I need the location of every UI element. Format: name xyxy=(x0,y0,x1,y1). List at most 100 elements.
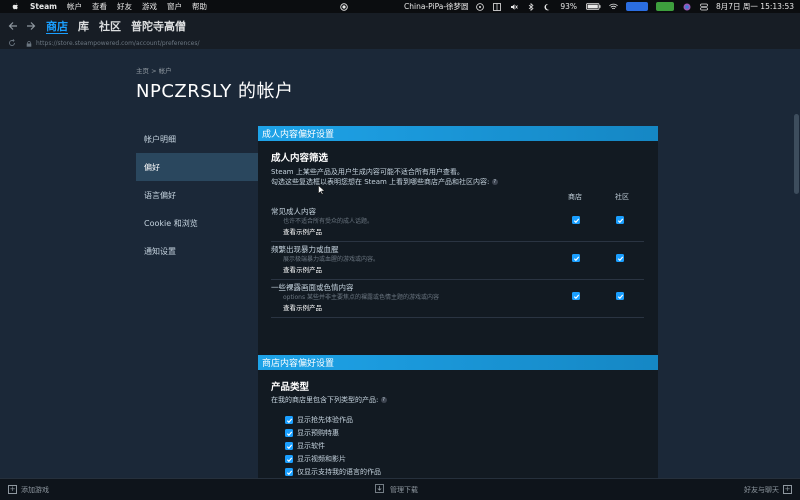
adult-row-general: 常见成人内容 也许不适合所有受众的成人话题。 查看示例产品 xyxy=(271,204,644,242)
url-bar: https://store.steampowered.com/account/p… xyxy=(0,38,800,49)
music-icon[interactable] xyxy=(475,2,484,11)
checkbox[interactable] xyxy=(285,429,293,437)
battery-icon[interactable] xyxy=(585,2,601,11)
menu-account[interactable]: 帐户 xyxy=(67,1,82,12)
window-title: China-PiPa-徐梦圆 xyxy=(404,2,469,11)
tab-community[interactable]: 社区 xyxy=(99,18,121,34)
tab-store[interactable]: 商店 xyxy=(46,18,68,34)
adult-content-panel: 成人内容偏好设置 成人内容筛选 Steam 上某些产品及用户生成内容可能不适合所… xyxy=(258,126,658,358)
product-types-title: 产品类型 xyxy=(271,382,310,393)
store-checkbox[interactable] xyxy=(572,254,580,262)
col-community: 社区 xyxy=(615,193,629,201)
menu-window[interactable]: 窗户 xyxy=(167,1,182,12)
menu-friends[interactable]: 好友 xyxy=(117,1,132,12)
green-status-badge[interactable] xyxy=(656,2,674,11)
checkbox[interactable] xyxy=(285,455,293,463)
type-label: 显示预购特惠 xyxy=(297,429,339,437)
wifi-icon[interactable] xyxy=(609,2,618,11)
sidenav-item-preferences[interactable]: 偏好 xyxy=(136,153,258,181)
steam-navbar: 商店 库 社区 普陀寺高僧 xyxy=(0,13,800,38)
view-examples-link[interactable]: 查看示例产品 xyxy=(283,264,322,274)
page-title: NPCZRSLY 的帐户 xyxy=(136,81,294,102)
sidenav-item-language[interactable]: 语言偏好 xyxy=(136,181,258,209)
mute-icon[interactable] xyxy=(509,2,518,11)
adult-row-desc: 也许不适合所有受众的成人话题。 xyxy=(283,218,374,225)
friends-chat-button[interactable]: 好友与聊天 + xyxy=(744,485,792,495)
control-center-icon[interactable] xyxy=(699,2,708,11)
store-checkbox[interactable] xyxy=(572,216,580,224)
community-checkbox[interactable] xyxy=(616,216,624,224)
checkbox[interactable] xyxy=(285,468,293,476)
col-store: 商店 xyxy=(568,193,582,201)
input-method-badge[interactable] xyxy=(626,2,648,11)
adult-desc-line2: 勾选这些复选框以表明您想在 Steam 上看到哪些商店产品和社区内容: xyxy=(271,178,490,186)
community-checkbox[interactable] xyxy=(616,292,624,300)
moon-icon[interactable] xyxy=(543,2,552,11)
type-label: 显示抢先体验作品 xyxy=(297,416,353,424)
friends-chat-label: 好友与聊天 xyxy=(744,485,779,494)
checkbox[interactable] xyxy=(285,416,293,424)
url-text[interactable]: https://store.steampowered.com/account/p… xyxy=(36,40,199,47)
adult-desc-line2-wrap: 勾选这些复选框以表明您想在 Steam 上看到哪些商店产品和社区内容: ? xyxy=(271,177,498,187)
store-content-panel: 商店内容偏好设置 产品类型 在我的商店里包含下列类型的产品: ? 显示抢先体验作… xyxy=(258,355,658,478)
forward-arrow-icon[interactable] xyxy=(24,19,38,33)
sidenav-item-cookies[interactable]: Cookie 和浏览 xyxy=(136,209,258,237)
page-scrollbar[interactable] xyxy=(792,49,800,478)
view-examples-link[interactable]: 查看示例产品 xyxy=(283,226,322,236)
view-examples-link[interactable]: 查看示例产品 xyxy=(283,302,322,312)
store-panel-header: 商店内容偏好设置 xyxy=(258,355,658,370)
sidenav-item-account-details[interactable]: 帐户明细 xyxy=(136,125,258,153)
type-label: 仅显示支持我的语言的作品 xyxy=(297,468,381,476)
manage-downloads-button[interactable]: 管理下载 xyxy=(375,484,418,495)
adult-desc-line1: Steam 上某些产品及用户生成内容可能不适合所有用户查看。 xyxy=(271,168,464,176)
bluetooth-icon[interactable] xyxy=(526,2,535,11)
community-checkbox[interactable] xyxy=(616,254,624,262)
apple-icon[interactable] xyxy=(10,2,20,12)
siri-icon[interactable] xyxy=(682,2,691,11)
add-game-button[interactable]: + 添加游戏 xyxy=(8,485,49,495)
back-arrow-icon[interactable] xyxy=(6,19,20,33)
checkbox[interactable] xyxy=(285,442,293,450)
adult-filter-title: 成人内容筛选 xyxy=(271,153,329,164)
adult-panel-header: 成人内容偏好设置 xyxy=(258,126,658,141)
tab-library[interactable]: 库 xyxy=(78,18,89,34)
download-icon xyxy=(375,484,384,495)
clock: 8月7日 周一 15:13:53 xyxy=(716,2,794,11)
grid-icon[interactable] xyxy=(492,2,501,11)
lock-icon xyxy=(26,40,32,47)
menu-games[interactable]: 游戏 xyxy=(142,1,157,12)
type-software[interactable]: 显示软件 xyxy=(285,440,325,452)
store-checkbox[interactable] xyxy=(572,292,580,300)
help-icon[interactable]: ? xyxy=(491,179,498,185)
steam-bottombar: + 添加游戏 管理下载 好友与聊天 + xyxy=(0,478,800,500)
record-icon[interactable] xyxy=(340,2,348,11)
help-icon[interactable]: ? xyxy=(380,397,387,403)
type-label: 显示软件 xyxy=(297,442,325,450)
manage-downloads-label: 管理下载 xyxy=(390,485,418,494)
type-label: 显示视频和影片 xyxy=(297,455,346,463)
plus-icon: + xyxy=(8,485,17,494)
adult-row-desc: 展示极端暴力或血腥的游戏或内容。 xyxy=(283,256,380,263)
menu-view[interactable]: 查看 xyxy=(92,1,107,12)
sidenav-item-notifications[interactable]: 通知设置 xyxy=(136,237,258,265)
account-sidenav: 帐户明细 偏好 语言偏好 Cookie 和浏览 通知设置 xyxy=(136,125,258,265)
adult-row-desc: options 某些并非主要焦点的裸露或色情主题的游戏或内容 xyxy=(283,294,440,301)
type-video[interactable]: 显示视频和影片 xyxy=(285,453,346,465)
type-early-access[interactable]: 显示抢先体验作品 xyxy=(285,414,353,426)
menu-help[interactable]: 帮助 xyxy=(192,1,207,12)
adult-row-nudity: 一些裸露画面或色情内容 options 某些并非主要焦点的裸露或色情主题的游戏或… xyxy=(271,280,644,318)
breadcrumb[interactable]: 主页 > 帐户 xyxy=(136,65,172,75)
account-preferences-page: 主页 > 帐户 NPCZRSLY 的帐户 帐户明细 偏好 语言偏好 Cookie… xyxy=(0,49,800,478)
product-types-desc-wrap: 在我的商店里包含下列类型的产品: ? xyxy=(271,395,387,405)
battery-percent: 93% xyxy=(560,2,577,11)
add-game-label: 添加游戏 xyxy=(21,485,49,494)
tab-profile[interactable]: 普陀寺高僧 xyxy=(131,18,186,34)
reload-icon[interactable] xyxy=(8,38,18,49)
type-language[interactable]: 仅显示支持我的语言的作品 xyxy=(285,466,381,478)
mouse-cursor-icon xyxy=(318,184,326,197)
adult-row-violence: 频繁出现暴力或血腥 展示极端暴力或血腥的游戏或内容。 查看示例产品 xyxy=(271,242,644,280)
menu-steam[interactable]: Steam xyxy=(30,2,57,11)
scrollbar-thumb[interactable] xyxy=(794,114,799,194)
product-types-desc: 在我的商店里包含下列类型的产品: xyxy=(271,396,379,404)
type-preorders[interactable]: 显示预购特惠 xyxy=(285,427,339,439)
